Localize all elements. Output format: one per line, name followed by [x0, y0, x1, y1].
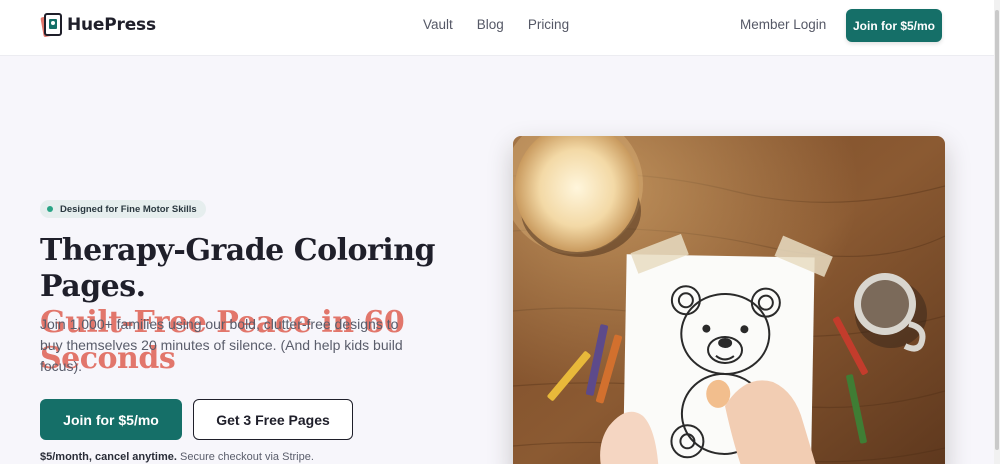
scrollbar-thumb[interactable]: [995, 10, 999, 450]
main-nav: Vault Blog Pricing: [423, 17, 569, 32]
free-pages-button[interactable]: Get 3 Free Pages: [193, 399, 353, 440]
nav-link-blog[interactable]: Blog: [477, 17, 504, 32]
nav-link-pricing[interactable]: Pricing: [528, 17, 569, 32]
top-navigation: HuePress Vault Blog Pricing Member Login…: [0, 0, 1000, 56]
join-button[interactable]: Join for $5/mo: [40, 399, 182, 440]
badge-label: Designed for Fine Motor Skills: [60, 203, 197, 215]
brand-logo[interactable]: HuePress: [40, 11, 156, 39]
hero-title-line1: Therapy-Grade Coloring Pages.: [40, 233, 435, 304]
hero-subtitle: Join 1,000+ families using our bold, clu…: [40, 316, 403, 374]
pricing-note: $5/month, cancel anytime.: [40, 451, 177, 463]
nav-join-button[interactable]: Join for $5/mo: [846, 9, 942, 42]
hero-photo: [513, 136, 945, 464]
member-login-link[interactable]: Member Login: [740, 17, 826, 32]
nav-link-vault[interactable]: Vault: [423, 17, 453, 32]
pricing-fine-print: $5/month, cancel anytime. Secure checkou…: [40, 451, 314, 463]
page-scrollbar[interactable]: [994, 0, 1000, 464]
coloring-table-illustration: [513, 136, 945, 464]
coloring-page-stack-icon: [40, 11, 64, 39]
status-dot-icon: [47, 206, 53, 212]
brand-name: HuePress: [67, 15, 156, 35]
feature-badge: Designed for Fine Motor Skills: [40, 200, 206, 218]
checkout-note: Secure checkout via Stripe.: [180, 451, 314, 463]
